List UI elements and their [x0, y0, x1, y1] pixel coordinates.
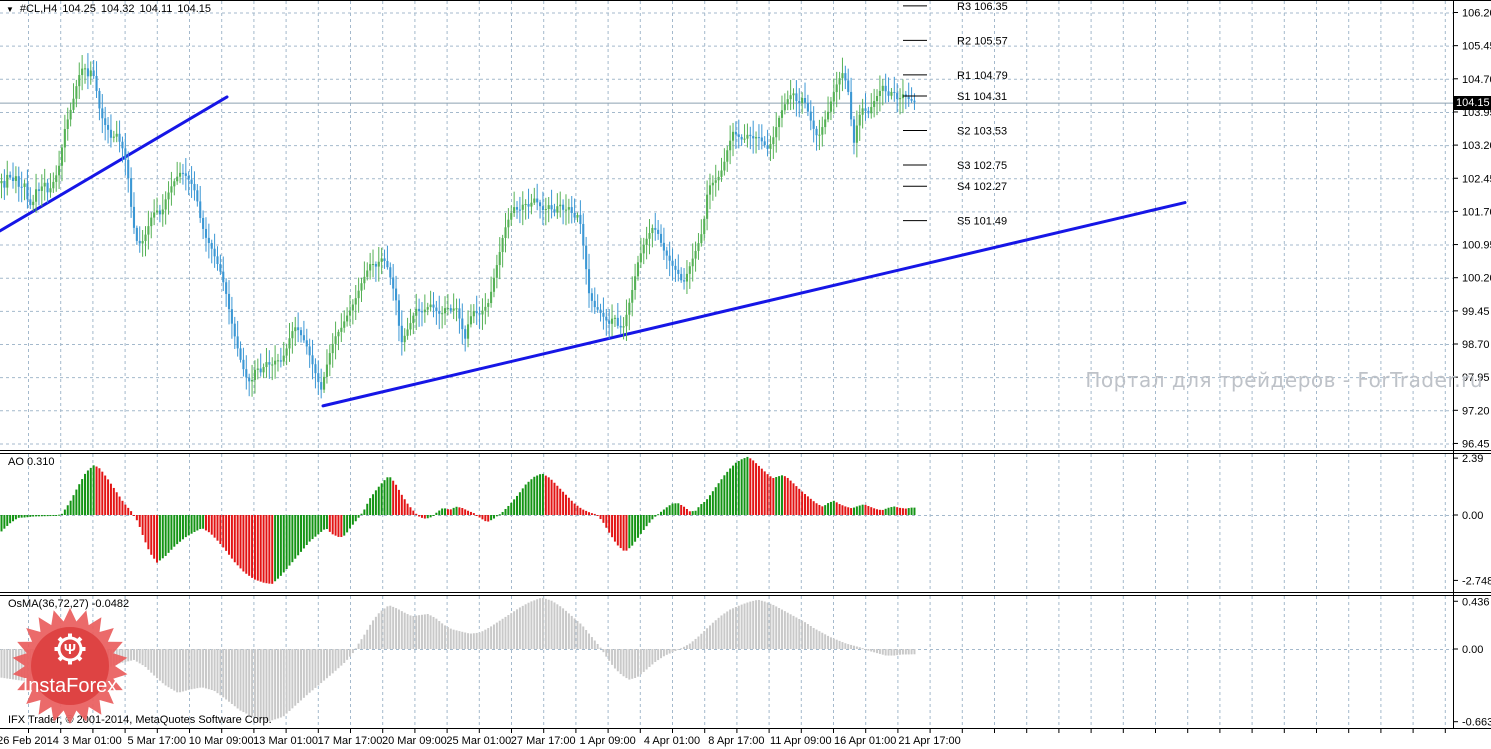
time-tick-label: 26 Feb 2014 [0, 735, 59, 747]
instaforex-badge: Ψ InstaForex [12, 608, 128, 724]
pivot-label: S1 104.31 [957, 91, 1007, 103]
pivot-label: S5 101.49 [957, 216, 1007, 228]
time-tick-label: 3 Mar 01:00 [63, 735, 122, 747]
pivot-levels-layer: R3 106.35 R2 105.57 R1 104.79 S1 104.31 S2 1… [903, 1, 1008, 228]
ao-tick-label: -2.748 [1462, 575, 1491, 587]
price-tick-label: 102.45 [1462, 173, 1491, 185]
ao-indicator-label: AO 0.310 [8, 456, 55, 468]
ao-tick-label: 2.39 [1462, 453, 1483, 465]
time-tick-label: 25 Mar 01:00 [446, 735, 511, 747]
ao-axis[interactable]: 2.39 0.00 -2.748 [1453, 453, 1491, 587]
ohlc-high: 104.32 [100, 3, 135, 15]
pivot-label: R2 105.57 [957, 35, 1008, 47]
osma-tick-label: 0.00 [1462, 644, 1483, 656]
time-tick-label: 27 Mar 17:00 [511, 735, 576, 747]
time-tick-label: 20 Mar 09:00 [382, 735, 447, 747]
time-tick-label: 21 Apr 17:00 [898, 735, 960, 747]
time-tick-label: 10 Mar 09:00 [189, 735, 254, 747]
price-tick-label: 97.20 [1462, 405, 1490, 417]
watermark: Портал для трейдеров - ForTrader.ru [1085, 368, 1483, 392]
price-tick-label: 101.70 [1462, 206, 1491, 218]
candlesticks-layer [0, 53, 916, 399]
time-tick-label: 13 Mar 01:00 [253, 735, 318, 747]
time-tick-label: 5 Mar 17:00 [127, 735, 186, 747]
ao-tick-label: 0.00 [1462, 510, 1483, 522]
osma-axis[interactable]: 0.436 0.00 -0.6639 [1453, 596, 1491, 729]
time-tick-label: 4 Apr 01:00 [644, 735, 700, 747]
price-tick-label: 99.45 [1462, 306, 1490, 318]
instaforex-gear-glyph: Ψ [64, 641, 76, 658]
current-price-box: 104.15 [1454, 96, 1491, 110]
ohlc-open: 104.25 [62, 3, 96, 15]
time-tick-label: 17 Mar 17:00 [318, 735, 383, 747]
price-tick-label: 104.70 [1462, 74, 1491, 86]
ao-name: AO [8, 456, 24, 468]
time-tick-label: 11 Apr 09:00 [770, 735, 832, 747]
time-axis[interactable]: 26 Feb 2014 3 Mar 01:00 5 Mar 17:00 10 Mar … [0, 729, 1446, 747]
instaforex-badge-label: InstaForex [23, 675, 117, 697]
symbol-dropdown-icon[interactable]: ▼ [6, 5, 14, 14]
pivot-label: R3 106.35 [957, 1, 1008, 13]
ohlc-low: 104.11 [139, 3, 173, 15]
price-tick-label: 105.45 [1462, 41, 1491, 53]
symbol-label: #CL,H4 [19, 3, 58, 15]
price-tick-label: 100.20 [1462, 273, 1491, 285]
price-tick-label: 106.20 [1462, 8, 1491, 20]
trendlines-layer[interactable] [0, 95, 1187, 408]
chart-title: ▼ #CL,H4 104.25 104.32 104.11 104.15 [6, 3, 216, 15]
ao-histogram [0, 456, 916, 584]
price-tick-label: 100.95 [1462, 240, 1491, 252]
price-tick-label: 96.45 [1462, 438, 1490, 450]
osma-tick-label: 0.436 [1462, 596, 1490, 608]
pivot-label: S2 103.53 [957, 126, 1007, 138]
chart-window: R3 106.35 R2 105.57 R1 104.79 S1 104.31 S2 1… [0, 0, 1491, 749]
price-tick-label: 98.70 [1462, 339, 1490, 351]
pivot-label: R1 104.79 [957, 70, 1008, 82]
ohlc-close: 104.15 [177, 3, 212, 15]
pivot-label: S4 102.27 [957, 181, 1007, 193]
price-tick-label: 103.20 [1462, 140, 1491, 152]
osma-tick-label: -0.6639 [1462, 717, 1491, 729]
time-tick-label: 8 Apr 17:00 [708, 735, 764, 747]
pivot-label: S3 102.75 [957, 160, 1007, 172]
ao-value: 0.310 [26, 456, 55, 468]
time-tick-label: 16 Apr 01:00 [834, 735, 896, 747]
time-tick-label: 1 Apr 09:00 [579, 735, 635, 747]
